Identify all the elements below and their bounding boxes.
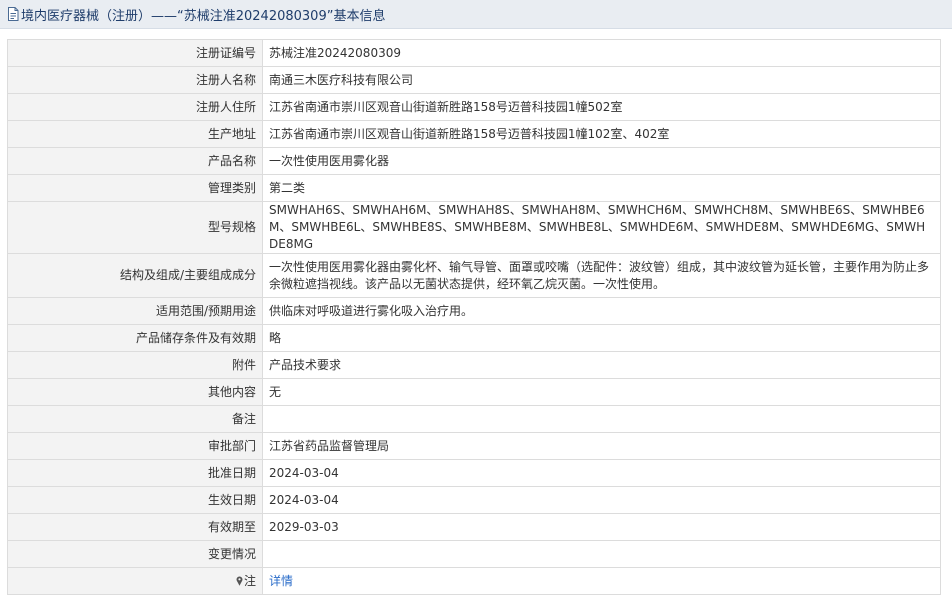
note-label: 注 [243,573,256,588]
row-value: 江苏省南通市崇川区观音山街道新胜路158号迈普科技园1幢102室、402室 [262,120,941,148]
row-label: 结构及组成/主要组成成分 [7,253,263,298]
row-value: 南通三木医疗科技有限公司 [262,66,941,94]
row-value: 产品技术要求 [262,351,941,379]
row-value: 2024-03-04 [262,459,941,487]
row-label: 其他内容 [7,378,263,406]
table-row: 生效日期 2024-03-04 [7,486,941,514]
row-label: 注册人住所 [7,93,263,121]
row-value: 第二类 [262,174,941,202]
note-row: 注 详情 [7,567,941,595]
row-value [262,540,941,568]
row-label: 管理类别 [7,174,263,202]
row-label: 产品名称 [7,147,263,175]
page-title: 境内医疗器械（注册）——“苏械注准20242080309”基本信息 [21,8,386,24]
table-row: 生产地址 江苏省南通市崇川区观音山街道新胜路158号迈普科技园1幢102室、40… [7,120,941,148]
table-row: 管理类别 第二类 [7,174,941,202]
table-row: 注册证编号 苏械注准20242080309 [7,39,941,67]
row-label: 型号规格 [7,201,263,254]
row-label: 生效日期 [7,486,263,514]
table-row: 批准日期 2024-03-04 [7,459,941,487]
row-value: 一次性使用医用雾化器由雾化杯、输气导管、面罩或咬嘴（选配件：波纹管）组成，其中波… [262,253,941,298]
row-value: 江苏省南通市崇川区观音山街道新胜路158号迈普科技园1幢502室 [262,93,941,121]
row-label: 备注 [7,405,263,433]
info-table: 注册证编号 苏械注准20242080309 注册人名称 南通三木医疗科技有限公司… [7,39,941,595]
row-value: 略 [262,324,941,352]
table-row: 附件 产品技术要求 [7,351,941,379]
row-label: 批准日期 [7,459,263,487]
table-row: 变更情况 [7,540,941,568]
row-value: 2024-03-04 [262,486,941,514]
row-value: 无 [262,378,941,406]
table-row: 注册人住所 江苏省南通市崇川区观音山街道新胜路158号迈普科技园1幢502室 [7,93,941,121]
note-value-cell: 详情 [262,567,941,595]
table-row: 有效期至 2029-03-03 [7,513,941,541]
row-value: 2029-03-03 [262,513,941,541]
document-icon [7,7,19,21]
row-label: 注册证编号 [7,39,263,67]
row-value: 一次性使用医用雾化器 [262,147,941,175]
table-row: 产品名称 一次性使用医用雾化器 [7,147,941,175]
page-header: 境内医疗器械（注册）——“苏械注准20242080309”基本信息 [0,0,952,29]
row-label: 审批部门 [7,432,263,460]
row-label: 有效期至 [7,513,263,541]
details-link[interactable]: 详情 [269,574,293,588]
table-row: 备注 [7,405,941,433]
row-label: 产品储存条件及有效期 [7,324,263,352]
row-value: 供临床对呼吸道进行雾化吸入治疗用。 [262,297,941,325]
row-label: 适用范围/预期用途 [7,297,263,325]
note-label-cell: 注 [7,567,263,595]
row-label: 变更情况 [7,540,263,568]
row-label: 附件 [7,351,263,379]
pin-icon [236,574,243,586]
table-row: 适用范围/预期用途 供临床对呼吸道进行雾化吸入治疗用。 [7,297,941,325]
row-value: SMWHAH6S、SMWHAH6M、SMWHAH8S、SMWHAH8M、SMWH… [262,201,941,254]
table-row: 注册人名称 南通三木医疗科技有限公司 [7,66,941,94]
row-value: 苏械注准20242080309 [262,39,941,67]
table-row: 产品储存条件及有效期 略 [7,324,941,352]
table-row: 结构及组成/主要组成成分 一次性使用医用雾化器由雾化杯、输气导管、面罩或咬嘴（选… [7,253,941,298]
row-value [262,405,941,433]
table-row: 型号规格 SMWHAH6S、SMWHAH6M、SMWHAH8S、SMWHAH8M… [7,201,941,254]
table-row: 其他内容 无 [7,378,941,406]
row-label: 生产地址 [7,120,263,148]
row-label: 注册人名称 [7,66,263,94]
table-row: 审批部门 江苏省药品监督管理局 [7,432,941,460]
row-value: 江苏省药品监督管理局 [262,432,941,460]
